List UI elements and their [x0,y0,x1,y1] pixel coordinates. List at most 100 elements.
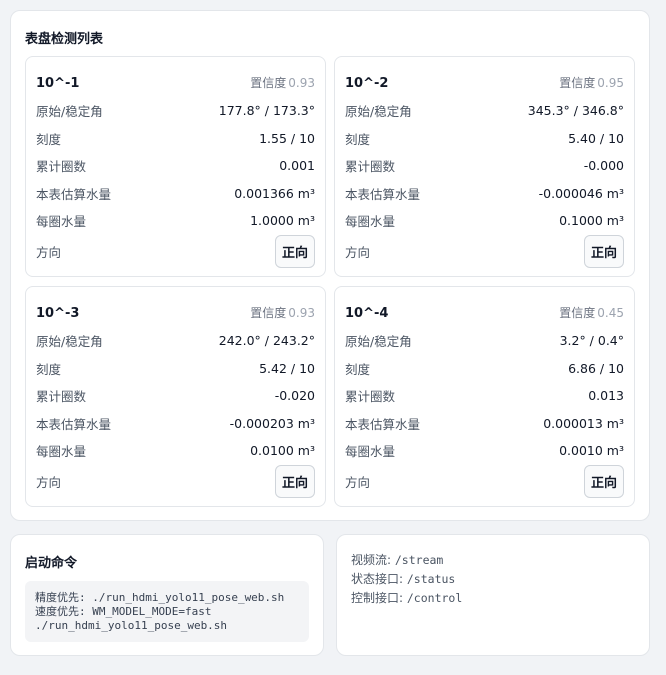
direction-toggle-button[interactable]: 正向 [583,234,624,268]
volume-value: -0.000046 m³ [538,185,624,201]
direction-row: 方向 正向 [345,464,624,498]
meter-list-title: 表盘检测列表 [25,32,104,47]
volume-value: 0.000013 m³ [543,415,624,431]
direction-label: 方向 [36,474,62,490]
per-turn-value: 0.1000 m³ [559,213,624,229]
direction-toggle-button[interactable]: 正向 [583,464,624,498]
per-turn-label: 每圈水量 [345,444,396,460]
volume-value: 0.001366 m³ [234,185,315,201]
turns-value: 0.013 [588,388,624,404]
confidence-value: 0.93 [288,76,315,90]
meter-card: 10^-4 置信度 0.45 原始/稳定角 3.2° / 0.4° 刻度 6.86 / 10… [334,286,635,507]
confidence-label: 置信度 [250,306,287,320]
scale-value: 5.42 / 10 [259,360,315,376]
command-line: ./run_hdmi_yolo11_pose_web.sh [35,619,228,632]
scale-value: 6.86 / 10 [568,360,624,376]
direction-toggle-button[interactable]: 正向 [274,464,315,498]
angle-row: 原始/稳定角 345.3° / 346.8° [345,97,624,125]
endpoint-path: /stream [394,553,444,567]
scale-label: 刻度 [345,361,371,377]
per-turn-value: 1.0000 m³ [250,213,315,229]
scale-label: 刻度 [36,361,62,377]
turns-label: 累计圈数 [345,389,396,405]
scale-row: 刻度 5.42 / 10 [36,355,315,383]
direction-label: 方向 [36,244,62,260]
turns-label: 累计圈数 [36,159,87,175]
confidence-value: 0.95 [597,76,624,90]
volume-row: 本表估算水量 0.001366 m³ [36,180,315,208]
direction-label: 方向 [345,244,371,260]
per-turn-label: 每圈水量 [36,444,87,460]
meter-name: 10^-1 [36,76,80,91]
meter-list-panel: 表盘检测列表 10^-1 置信度 0.93 原始/稳定角 177.8° / 173.3°… [10,10,650,521]
volume-row: 本表估算水量 -0.000046 m³ [345,180,624,208]
scale-row: 刻度 5.40 / 10 [345,125,624,153]
command-line: 速度优先: WM_MODEL_MODE=fast [35,605,212,618]
volume-row: 本表估算水量 0.000013 m³ [345,410,624,438]
turns-value: -0.020 [274,388,315,404]
volume-label: 本表估算水量 [345,416,421,432]
meter-name: 10^-3 [36,306,80,321]
turns-label: 累计圈数 [345,159,396,175]
turns-value: -0.000 [583,158,624,174]
endpoint-label: 控制接口: [351,591,404,605]
launch-command-panel: 启动命令 精度优先: ./run_hdmi_yolo11_pose_web.sh… [10,534,324,656]
angle-label: 原始/稳定角 [36,334,103,350]
per-turn-row: 每圈水量 0.0100 m³ [36,437,315,465]
endpoint-label: 状态接口: [351,572,404,586]
scale-row: 刻度 6.86 / 10 [345,355,624,383]
confidence-label: 置信度 [559,306,596,320]
volume-label: 本表估算水量 [36,416,112,432]
turns-row: 累计圈数 -0.020 [36,382,315,410]
meter-name: 10^-4 [345,306,389,321]
angle-row: 原始/稳定角 242.0° / 243.2° [36,327,315,355]
confidence: 置信度 0.95 [559,74,624,91]
confidence-label: 置信度 [559,76,596,90]
scale-value: 5.40 / 10 [568,130,624,146]
turns-label: 累计圈数 [36,389,87,405]
per-turn-row: 每圈水量 0.1000 m³ [345,207,624,235]
endpoint-panel: 视频流: /stream 状态接口: /status 控制接口: /contro… [336,534,650,656]
turns-row: 累计圈数 0.013 [345,382,624,410]
per-turn-value: 0.0100 m³ [250,443,315,459]
endpoint-label: 视频流: [351,553,392,567]
angle-value: 3.2° / 0.4° [559,333,624,349]
direction-label: 方向 [345,474,371,490]
launch-command-title: 启动命令 [25,556,78,571]
angle-value: 345.3° / 346.8° [527,103,624,119]
per-turn-label: 每圈水量 [36,214,87,230]
scale-label: 刻度 [345,131,371,147]
turns-row: 累计圈数 -0.000 [345,152,624,180]
meter-name: 10^-2 [345,76,389,91]
launch-command-code: 精度优先: ./run_hdmi_yolo11_pose_web.sh 速度优先:… [25,581,309,642]
meter-card-grid: 10^-1 置信度 0.93 原始/稳定角 177.8° / 173.3° 刻度 1.55 … [25,56,635,507]
per-turn-row: 每圈水量 0.0010 m³ [345,437,624,465]
angle-label: 原始/稳定角 [345,104,412,120]
per-turn-value: 0.0010 m³ [559,443,624,459]
endpoint-stream: 视频流: /stream [351,551,462,570]
meter-card: 10^-2 置信度 0.95 原始/稳定角 345.3° / 346.8° 刻度 5.40 … [334,56,635,277]
meter-card-header: 10^-3 置信度 0.93 [36,287,315,327]
confidence-value: 0.45 [597,306,624,320]
meter-card: 10^-1 置信度 0.93 原始/稳定角 177.8° / 173.3° 刻度 1.55 … [25,56,326,277]
direction-row: 方向 正向 [36,464,315,498]
scale-value: 1.55 / 10 [259,130,315,146]
volume-row: 本表估算水量 -0.000203 m³ [36,410,315,438]
confidence: 置信度 0.93 [250,74,315,91]
confidence: 置信度 0.93 [250,304,315,321]
direction-row: 方向 正向 [36,234,315,268]
angle-value: 242.0° / 243.2° [218,333,315,349]
scale-row: 刻度 1.55 / 10 [36,125,315,153]
direction-row: 方向 正向 [345,234,624,268]
turns-value: 0.001 [279,158,315,174]
meter-card: 10^-3 置信度 0.93 原始/稳定角 242.0° / 243.2° 刻度 5.42 … [25,286,326,507]
endpoint-status: 状态接口: /status [351,570,462,589]
per-turn-label: 每圈水量 [345,214,396,230]
angle-label: 原始/稳定角 [345,334,412,350]
confidence-value: 0.93 [288,306,315,320]
angle-row: 原始/稳定角 3.2° / 0.4° [345,327,624,355]
confidence: 置信度 0.45 [559,304,624,321]
direction-toggle-button[interactable]: 正向 [274,234,315,268]
confidence-label: 置信度 [250,76,287,90]
angle-value: 177.8° / 173.3° [218,103,315,119]
